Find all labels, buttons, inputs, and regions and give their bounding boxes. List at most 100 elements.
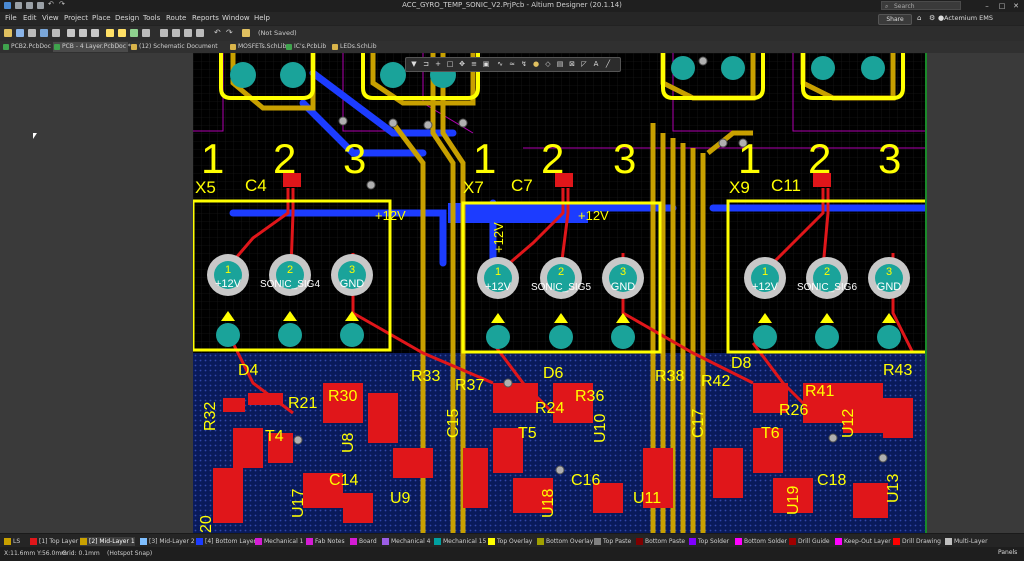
- share-button[interactable]: Share: [878, 14, 912, 25]
- grid-icon[interactable]: [196, 29, 204, 37]
- layer-tab-multi-layer[interactable]: Multi-Layer: [945, 537, 988, 546]
- layer-tab-bottom-layer[interactable]: [4] Bottom Layer: [196, 537, 256, 546]
- redo-icon[interactable]: ↷: [226, 29, 234, 37]
- select-icon[interactable]: [106, 29, 114, 37]
- layer-tab-mid-layer-1[interactable]: [2] Mid-Layer 1: [80, 537, 135, 546]
- crosshair-icon[interactable]: +: [434, 60, 442, 68]
- pad-number: 1: [762, 266, 768, 278]
- home-icon[interactable]: ⌂: [917, 14, 921, 22]
- dimension-icon[interactable]: ◸: [580, 60, 588, 68]
- tab-pcb-4-layer[interactable]: PCB - 4 Layer.PcbDoc *: [53, 42, 131, 52]
- interactive-route-icon[interactable]: ↯: [520, 60, 528, 68]
- paste-icon[interactable]: [91, 29, 99, 37]
- menu-edit[interactable]: Edit: [23, 14, 37, 22]
- pad-number: 3: [620, 266, 626, 278]
- layer-tab-mechanical-1[interactable]: Mechanical 1: [255, 537, 303, 546]
- minimize-button[interactable]: –: [980, 0, 994, 12]
- designator-u9: U9: [390, 490, 411, 507]
- layer-tab-bottom-solder[interactable]: Bottom Solder: [735, 537, 787, 546]
- menu-place[interactable]: Place: [92, 14, 111, 22]
- layer-tab-ls[interactable]: LS: [4, 537, 20, 546]
- maximize-button[interactable]: □: [995, 0, 1009, 12]
- menu-help[interactable]: Help: [254, 14, 270, 22]
- account-name[interactable]: Actemium EMS: [944, 14, 993, 22]
- layer-tab-top-paste[interactable]: Top Paste: [594, 537, 631, 546]
- tab-label: PCB - 4 Layer.PcbDoc *: [62, 43, 131, 50]
- line-icon[interactable]: ╱: [604, 60, 612, 68]
- snap-icon[interactable]: ⊐: [422, 60, 430, 68]
- deselect-icon[interactable]: [130, 29, 138, 37]
- copy-icon[interactable]: [79, 29, 87, 37]
- align-icon[interactable]: [184, 29, 192, 37]
- menu-design[interactable]: Design: [115, 14, 139, 22]
- rail-label-x7-vertical: +12V: [491, 222, 506, 253]
- designator-c14: C14: [329, 472, 358, 489]
- polygon-icon[interactable]: ◇: [544, 60, 552, 68]
- layer-tab-top-overlay[interactable]: Top Overlay: [488, 537, 532, 546]
- cursor-coordinates: X:11.6mm Y:56.0mm: [4, 550, 68, 557]
- align-icon[interactable]: ≡: [470, 60, 478, 68]
- layer-tab-drill-drawing[interactable]: Drill Drawing: [893, 537, 941, 546]
- zoom-fit-icon[interactable]: [52, 29, 60, 37]
- tab-leds-schlib[interactable]: LEDs.SchLib: [331, 42, 377, 52]
- layer-tab-drill-guide[interactable]: Drill Guide: [789, 537, 830, 546]
- move-icon[interactable]: [118, 29, 126, 37]
- menu-project[interactable]: Project: [64, 14, 88, 22]
- menu-tools[interactable]: Tools: [143, 14, 160, 22]
- tab-mosfets-schlib[interactable]: MOSFETs.SchLib: [229, 42, 286, 52]
- menu-window[interactable]: Window: [222, 14, 250, 22]
- pad-net-sonic-sig6: SONIC_SIG6: [797, 282, 857, 293]
- save-icon[interactable]: [16, 29, 24, 37]
- close-button[interactable]: ✕: [1009, 0, 1023, 12]
- layer-tab-bottom-overlay[interactable]: Bottom Overlay: [537, 537, 593, 546]
- tab-schematic-documents[interactable]: (12) Schematic Document: [130, 42, 227, 52]
- rotate-icon[interactable]: [172, 29, 180, 37]
- layer-tab-bottom-paste[interactable]: Bottom Paste: [636, 537, 685, 546]
- rubber-stamp-icon[interactable]: [160, 29, 168, 37]
- cut-icon[interactable]: [67, 29, 75, 37]
- layer-tab-keep-out[interactable]: Keep-Out Layer: [835, 537, 891, 546]
- menu-reports[interactable]: Reports: [192, 14, 219, 22]
- layer-label: Bottom Paste: [645, 538, 686, 545]
- keepout-icon[interactable]: ⊠: [568, 60, 576, 68]
- window-title: ACC_GYRO_TEMP_SONIC_V2.PrjPcb - Altium D…: [402, 1, 622, 9]
- layer-label: Mechanical 15: [443, 538, 487, 545]
- layer-color-swatch: [636, 538, 643, 545]
- zoom-icon[interactable]: [40, 29, 48, 37]
- layer-tab-mechanical-15[interactable]: Mechanical 15: [434, 537, 486, 546]
- layer-tab-mechanical-4[interactable]: Mechanical 4: [382, 537, 430, 546]
- menu-view[interactable]: View: [42, 14, 59, 22]
- print-icon[interactable]: [28, 29, 36, 37]
- place-component-icon[interactable]: ▣: [482, 60, 490, 68]
- menu-file[interactable]: File: [5, 14, 17, 22]
- diff-pair-icon[interactable]: ≈: [508, 60, 516, 68]
- layer-tab-top-layer[interactable]: [1] Top Layer: [30, 537, 78, 546]
- layer-tab-mid-layer-2[interactable]: [3] Mid-Layer 2: [140, 537, 195, 546]
- via-icon[interactable]: ●: [532, 60, 540, 68]
- tab-pcb2[interactable]: PCB2.PcbDoc: [2, 42, 51, 52]
- layer-tab-top-solder[interactable]: Top Solder: [689, 537, 729, 546]
- tab-ics-pcblib[interactable]: IC's.PcbLib: [285, 42, 329, 52]
- tab-label: (12) Schematic Document: [139, 43, 218, 50]
- panels-button[interactable]: Panels: [998, 549, 1017, 556]
- menu-route[interactable]: Route: [166, 14, 186, 22]
- designator-r26: R26: [779, 402, 808, 419]
- layer-tab-board[interactable]: Board: [350, 537, 377, 546]
- undo-icon[interactable]: ↶: [214, 29, 222, 37]
- filter-icon[interactable]: ▼: [410, 60, 418, 68]
- layer-label: Drill Drawing: [902, 538, 941, 545]
- pcb-editor-canvas[interactable]: 1 2 3 1 2 3 1 2 3 X5 C4 X7 C7 X9 C11 +12…: [193, 53, 927, 533]
- wrench-icon[interactable]: [242, 29, 250, 37]
- string-icon[interactable]: A: [592, 60, 600, 68]
- search-input[interactable]: ⌕ Search: [881, 1, 961, 10]
- gear-icon[interactable]: ⚙: [929, 14, 935, 22]
- cross-probe-icon[interactable]: [142, 29, 150, 37]
- route-icon[interactable]: ∿: [496, 60, 504, 68]
- fill-icon[interactable]: ▤: [556, 60, 564, 68]
- layer-color-swatch: [689, 538, 696, 545]
- select-rect-icon[interactable]: □: [446, 60, 454, 68]
- layer-color-swatch: [735, 538, 742, 545]
- move-icon[interactable]: ✥: [458, 60, 466, 68]
- layer-tab-fab-notes[interactable]: Fab Notes: [306, 537, 345, 546]
- open-folder-icon[interactable]: [4, 29, 12, 37]
